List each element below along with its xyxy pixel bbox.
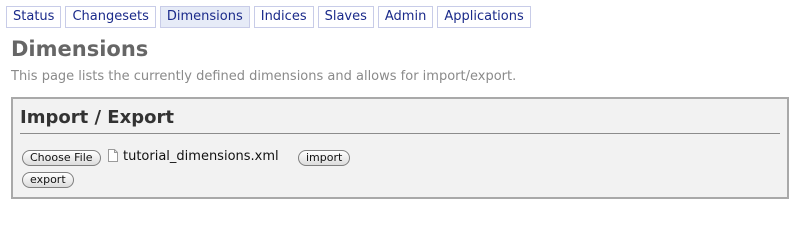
import-button[interactable]: import <box>298 150 351 166</box>
tab-indices[interactable]: Indices <box>253 6 314 28</box>
export-button[interactable]: export <box>22 172 74 188</box>
panel-divider <box>20 133 780 134</box>
page-title: Dimensions <box>11 37 149 61</box>
document-icon <box>108 149 118 162</box>
selected-file-name: tutorial_dimensions.xml <box>123 149 279 164</box>
panel-title: Import / Export <box>20 107 174 128</box>
tab-admin[interactable]: Admin <box>377 6 434 28</box>
tab-dimensions[interactable]: Dimensions <box>159 6 250 28</box>
page-description: This page lists the currently defined di… <box>11 69 517 84</box>
import-export-panel: Import / Export Choose File tutorial_dim… <box>11 97 789 199</box>
choose-file-button[interactable]: Choose File <box>22 150 101 166</box>
tab-changesets[interactable]: Changesets <box>65 6 156 28</box>
main-tabs: Status Changesets Dimensions Indices Sla… <box>6 6 531 28</box>
tab-applications[interactable]: Applications <box>437 6 531 28</box>
tab-status[interactable]: Status <box>6 6 62 28</box>
tab-slaves[interactable]: Slaves <box>317 6 374 28</box>
